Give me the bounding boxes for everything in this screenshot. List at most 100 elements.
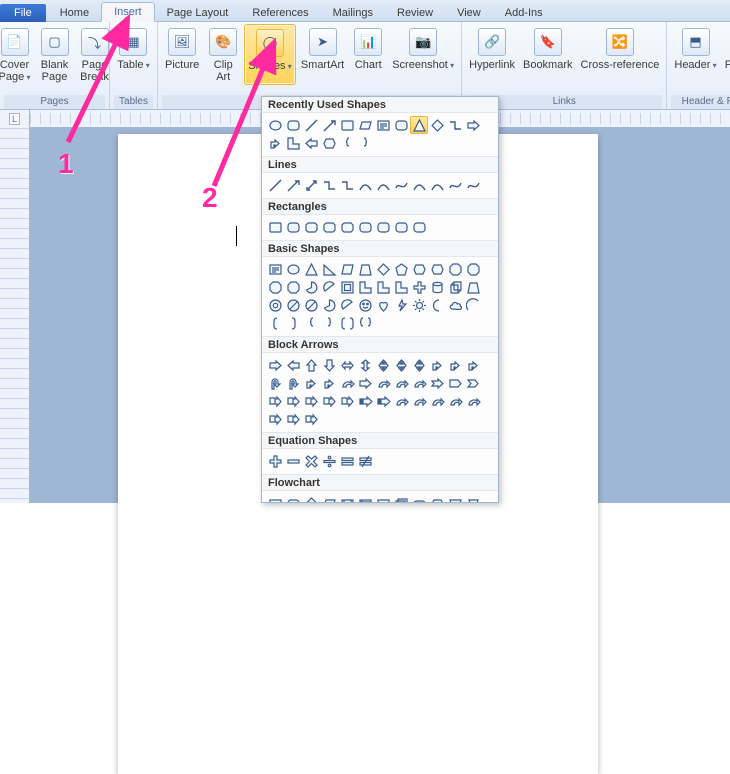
shape-cube[interactable]	[446, 278, 464, 296]
shape-fc_intern[interactable]	[356, 494, 374, 503]
shape-ar_r[interactable]	[356, 374, 374, 392]
tab-references[interactable]: References	[240, 4, 320, 22]
shape-ar_d[interactable]	[320, 356, 338, 374]
shape-pie[interactable]	[302, 278, 320, 296]
shape-line[interactable]	[302, 116, 320, 134]
shape-elbow[interactable]	[338, 176, 356, 194]
shape-tri[interactable]	[410, 116, 428, 134]
shape-ar_callr[interactable]	[320, 392, 338, 410]
shape-oct[interactable]	[266, 278, 284, 296]
shape-rbracket[interactable]	[284, 314, 302, 332]
shape-hex[interactable]	[428, 260, 446, 278]
shape-arrowline[interactable]	[320, 116, 338, 134]
shape-ar_curved[interactable]	[410, 392, 428, 410]
shape-can[interactable]	[428, 278, 446, 296]
tab-page-layout[interactable]: Page Layout	[155, 4, 241, 22]
shape-lshape[interactable]	[356, 278, 374, 296]
shape-plus[interactable]	[410, 278, 428, 296]
shape-rect[interactable]	[338, 116, 356, 134]
shape-fc_dec[interactable]	[302, 494, 320, 503]
shape-ar_u[interactable]	[302, 356, 320, 374]
shape-rrect[interactable]	[374, 218, 392, 236]
shape-ar_curved[interactable]	[410, 374, 428, 392]
shape-snip[interactable]	[320, 218, 338, 236]
shape-pent[interactable]	[392, 260, 410, 278]
shape-snip[interactable]	[302, 218, 320, 236]
shape-para[interactable]	[338, 260, 356, 278]
shape-fc_doc[interactable]	[374, 494, 392, 503]
shape-ar_notch[interactable]	[428, 374, 446, 392]
shape-ar_bent[interactable]	[464, 356, 482, 374]
shape-arc[interactable]	[464, 296, 482, 314]
shape-donut[interactable]	[266, 296, 284, 314]
shape-ar_quad[interactable]	[410, 356, 428, 374]
shape-heart[interactable]	[374, 296, 392, 314]
bookmark-button[interactable]: 🔖Bookmark	[520, 24, 576, 73]
shape-rbrace[interactable]	[356, 134, 374, 152]
cross-reference-button[interactable]: 🔀Cross-reference	[578, 24, 663, 73]
shape-rrect[interactable]	[392, 218, 410, 236]
shape-ar_l[interactable]	[284, 356, 302, 374]
shape-ar_chev[interactable]	[464, 374, 482, 392]
shape-oval[interactable]	[284, 260, 302, 278]
shape-freeform[interactable]	[392, 176, 410, 194]
shape-ar_curved[interactable]	[392, 374, 410, 392]
shape-hex[interactable]	[410, 260, 428, 278]
shape-rtri[interactable]	[320, 260, 338, 278]
shape-fc_alt[interactable]	[284, 494, 302, 503]
tab-home[interactable]: Home	[48, 4, 101, 22]
shape-elbow[interactable]	[320, 176, 338, 194]
shape-noentry[interactable]	[284, 296, 302, 314]
screenshot-button[interactable]: 📷Screenshot	[389, 24, 457, 85]
shape-ar_quad[interactable]	[374, 356, 392, 374]
shape-chord[interactable]	[338, 296, 356, 314]
shape-ar_curved[interactable]	[446, 392, 464, 410]
shape-ar_pent[interactable]	[446, 374, 464, 392]
shape-fc_proc[interactable]	[266, 494, 284, 503]
picture-button[interactable]: 🖼Picture	[162, 24, 202, 85]
shape-ar_r[interactable]	[464, 116, 482, 134]
cover-page-button[interactable]: 📄Cover Page	[0, 24, 34, 86]
shape-ar_callr[interactable]	[266, 392, 284, 410]
shape-textbox[interactable]	[266, 260, 284, 278]
shape-ar_curved[interactable]	[338, 374, 356, 392]
shape-eq_div[interactable]	[320, 452, 338, 470]
shape-lbrace[interactable]	[302, 314, 320, 332]
shape-fc_predef[interactable]	[338, 494, 356, 503]
shape-diamond[interactable]	[374, 260, 392, 278]
shape-smiley[interactable]	[356, 296, 374, 314]
shape-fc_multi[interactable]	[392, 494, 410, 503]
shape-brace[interactable]	[356, 314, 374, 332]
page-break-button[interactable]: ⤵Page Break	[76, 24, 114, 86]
shape-ar_bent[interactable]	[302, 374, 320, 392]
shape-cloud[interactable]	[446, 296, 464, 314]
shape-ar_striped[interactable]	[356, 392, 374, 410]
clip-art-button[interactable]: 🎨Clip Art	[204, 24, 242, 85]
shape-rrect[interactable]	[284, 116, 302, 134]
shape-lshape[interactable]	[284, 134, 302, 152]
shape-fc_io[interactable]	[356, 116, 374, 134]
shape-curve[interactable]	[356, 176, 374, 194]
shape-eq_plus[interactable]	[266, 452, 284, 470]
tab-view[interactable]: View	[445, 4, 493, 22]
shape-fc_term[interactable]	[410, 494, 428, 503]
shape-fc_prep[interactable]	[428, 494, 446, 503]
shape-frame[interactable]	[338, 278, 356, 296]
shape-eq_eq[interactable]	[338, 452, 356, 470]
shape-eq_neq[interactable]	[356, 452, 374, 470]
table-button[interactable]: ▦Table	[114, 24, 153, 74]
shapes-button[interactable]: ◯Shapes	[244, 24, 296, 85]
vertical-ruler[interactable]	[0, 128, 30, 503]
tab-addins[interactable]: Add-Ins	[493, 4, 555, 22]
shape-rbrace[interactable]	[320, 314, 338, 332]
shape-ar_uturn[interactable]	[284, 374, 302, 392]
shape-oval[interactable]	[266, 116, 284, 134]
shape-elbow[interactable]	[446, 116, 464, 134]
shape-hex[interactable]	[320, 134, 338, 152]
shape-curve[interactable]	[410, 176, 428, 194]
shape-snip[interactable]	[338, 218, 356, 236]
chart-button[interactable]: 📊Chart	[349, 24, 387, 85]
shape-eq_mult[interactable]	[302, 452, 320, 470]
shape-ar_curved[interactable]	[428, 392, 446, 410]
shape-lbracket[interactable]	[266, 314, 284, 332]
